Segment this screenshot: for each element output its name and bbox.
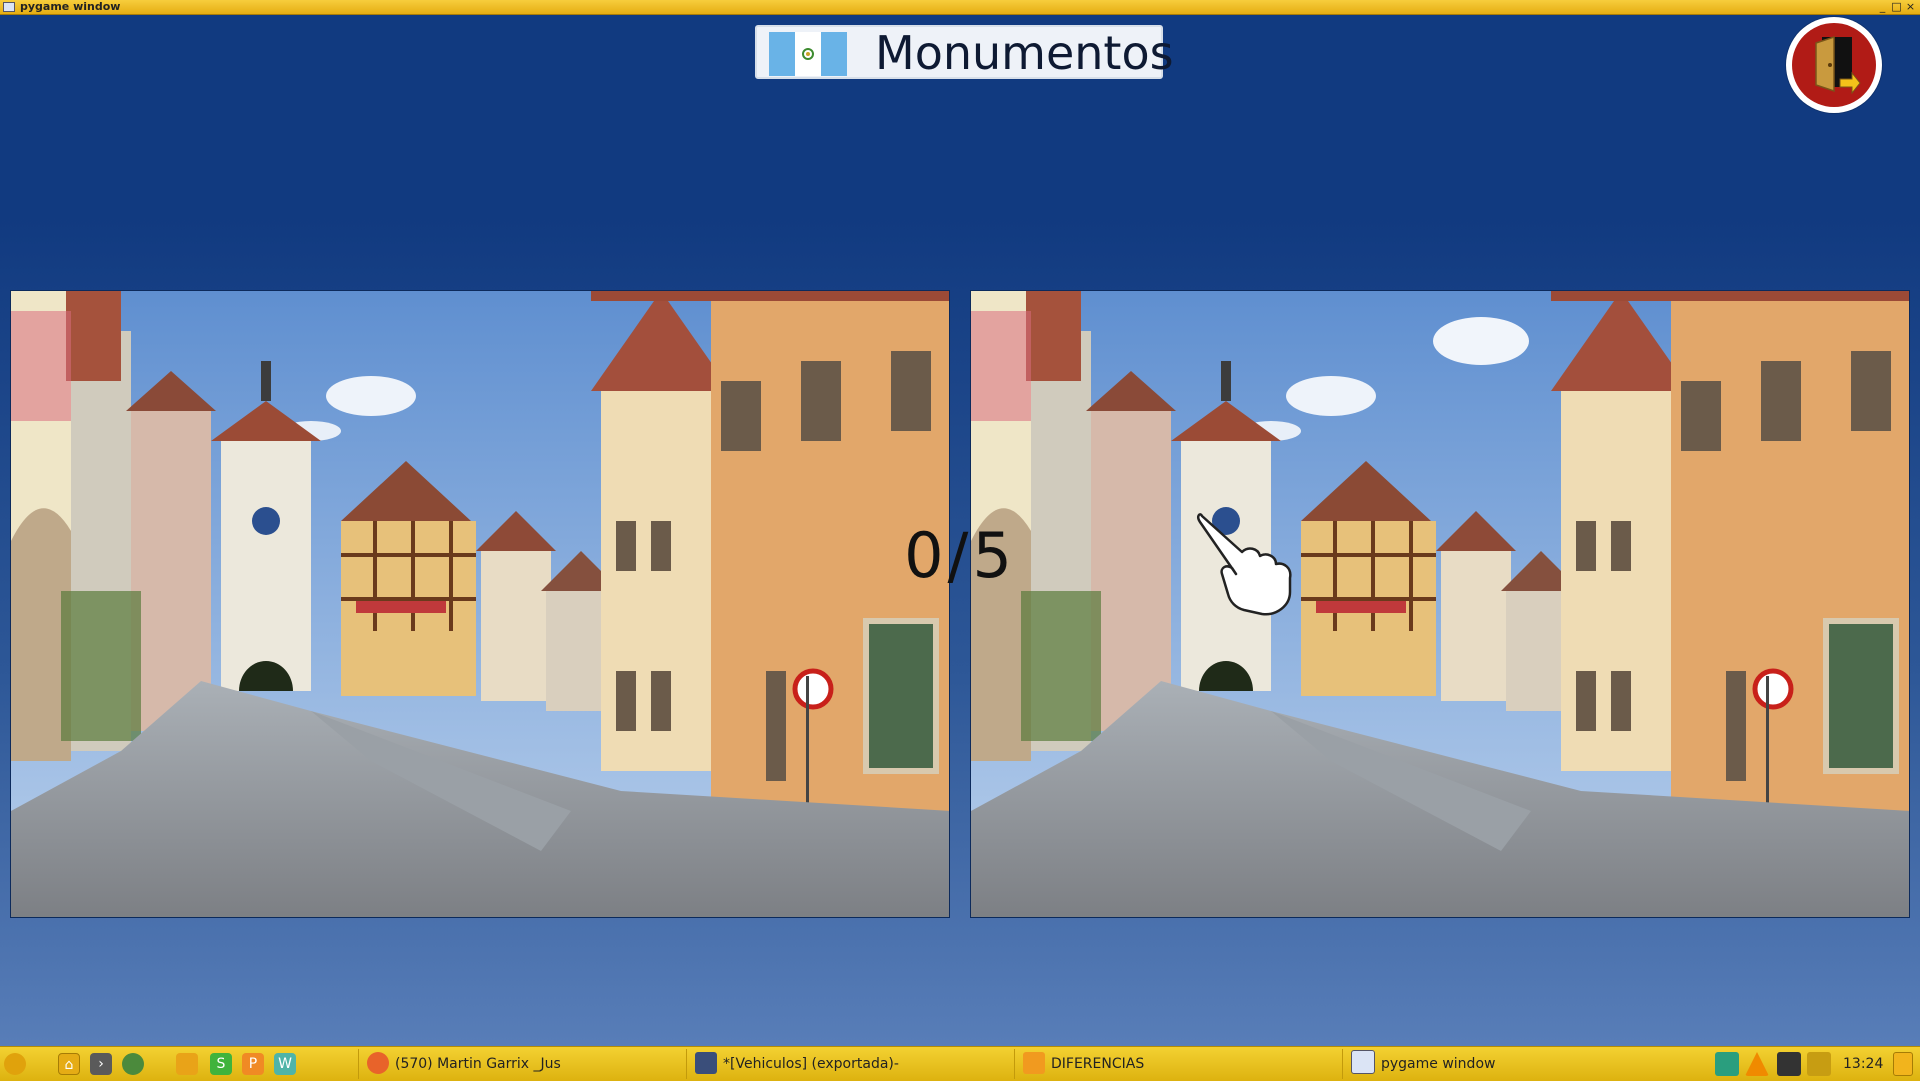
task-firefox-label: (570) Martin Garrix _Jus bbox=[395, 1056, 561, 1072]
close-button[interactable]: × bbox=[1904, 0, 1917, 14]
menu-icon[interactable] bbox=[4, 1053, 26, 1075]
vlc-icon[interactable] bbox=[1745, 1052, 1769, 1076]
globe-icon[interactable] bbox=[122, 1053, 144, 1075]
network-icon[interactable] bbox=[1777, 1052, 1801, 1076]
window-icon bbox=[1351, 1050, 1375, 1074]
minimize-button[interactable]: _ bbox=[1876, 0, 1889, 14]
window-app-icon bbox=[3, 2, 15, 12]
window-titlebar[interactable]: pygame window _ □ × bbox=[0, 0, 1920, 15]
sync-icon[interactable] bbox=[1715, 1052, 1739, 1076]
show-desktop-button[interactable] bbox=[1893, 1052, 1913, 1076]
score-found: 0 bbox=[904, 519, 948, 592]
title-banner: Monumentos bbox=[755, 25, 1174, 79]
scratch-icon[interactable] bbox=[176, 1053, 198, 1075]
exit-button[interactable] bbox=[1786, 17, 1882, 113]
taskbar: ⌂ › S P W (570) Martin Garrix _Jus *[Veh… bbox=[0, 1046, 1920, 1081]
left-image-panel[interactable] bbox=[10, 290, 950, 918]
presentation-icon[interactable]: P bbox=[242, 1053, 264, 1075]
task-image-editor-label: *[Vehiculos] (exportada)- bbox=[723, 1056, 899, 1072]
folder-icon bbox=[1023, 1052, 1045, 1074]
writer-icon[interactable]: W bbox=[274, 1053, 296, 1075]
game-title: Monumentos bbox=[875, 26, 1174, 80]
task-firefox[interactable]: (570) Martin Garrix _Jus bbox=[358, 1049, 686, 1079]
image-editor-icon bbox=[695, 1052, 717, 1074]
task-image-editor[interactable]: *[Vehiculos] (exportada)- bbox=[686, 1049, 1014, 1079]
clock: 13:24 bbox=[1843, 1056, 1884, 1072]
maximize-button[interactable]: □ bbox=[1890, 0, 1903, 14]
pointing-hand-cursor-icon bbox=[1197, 513, 1292, 616]
right-image-panel[interactable] bbox=[970, 290, 1910, 918]
score-total: 5 bbox=[972, 519, 1016, 592]
home-icon[interactable]: ⌂ bbox=[58, 1053, 80, 1075]
exit-door-icon bbox=[1815, 35, 1861, 95]
task-folder-label: DIFERENCIAS bbox=[1051, 1056, 1145, 1072]
guatemala-flag-icon bbox=[769, 32, 847, 76]
task-pygame-label: pygame window bbox=[1381, 1056, 1496, 1072]
terminal-icon[interactable]: › bbox=[90, 1053, 112, 1075]
window-title: pygame window bbox=[20, 0, 121, 13]
task-pygame[interactable]: pygame window bbox=[1342, 1049, 1670, 1079]
volume-icon[interactable] bbox=[1807, 1052, 1831, 1076]
spreadsheet-icon[interactable]: S bbox=[210, 1053, 232, 1075]
task-folder[interactable]: DIFERENCIAS bbox=[1014, 1049, 1342, 1079]
score-counter: 0/5 bbox=[900, 520, 1020, 592]
score-separator: / bbox=[947, 519, 973, 592]
firefox-icon bbox=[367, 1052, 389, 1074]
